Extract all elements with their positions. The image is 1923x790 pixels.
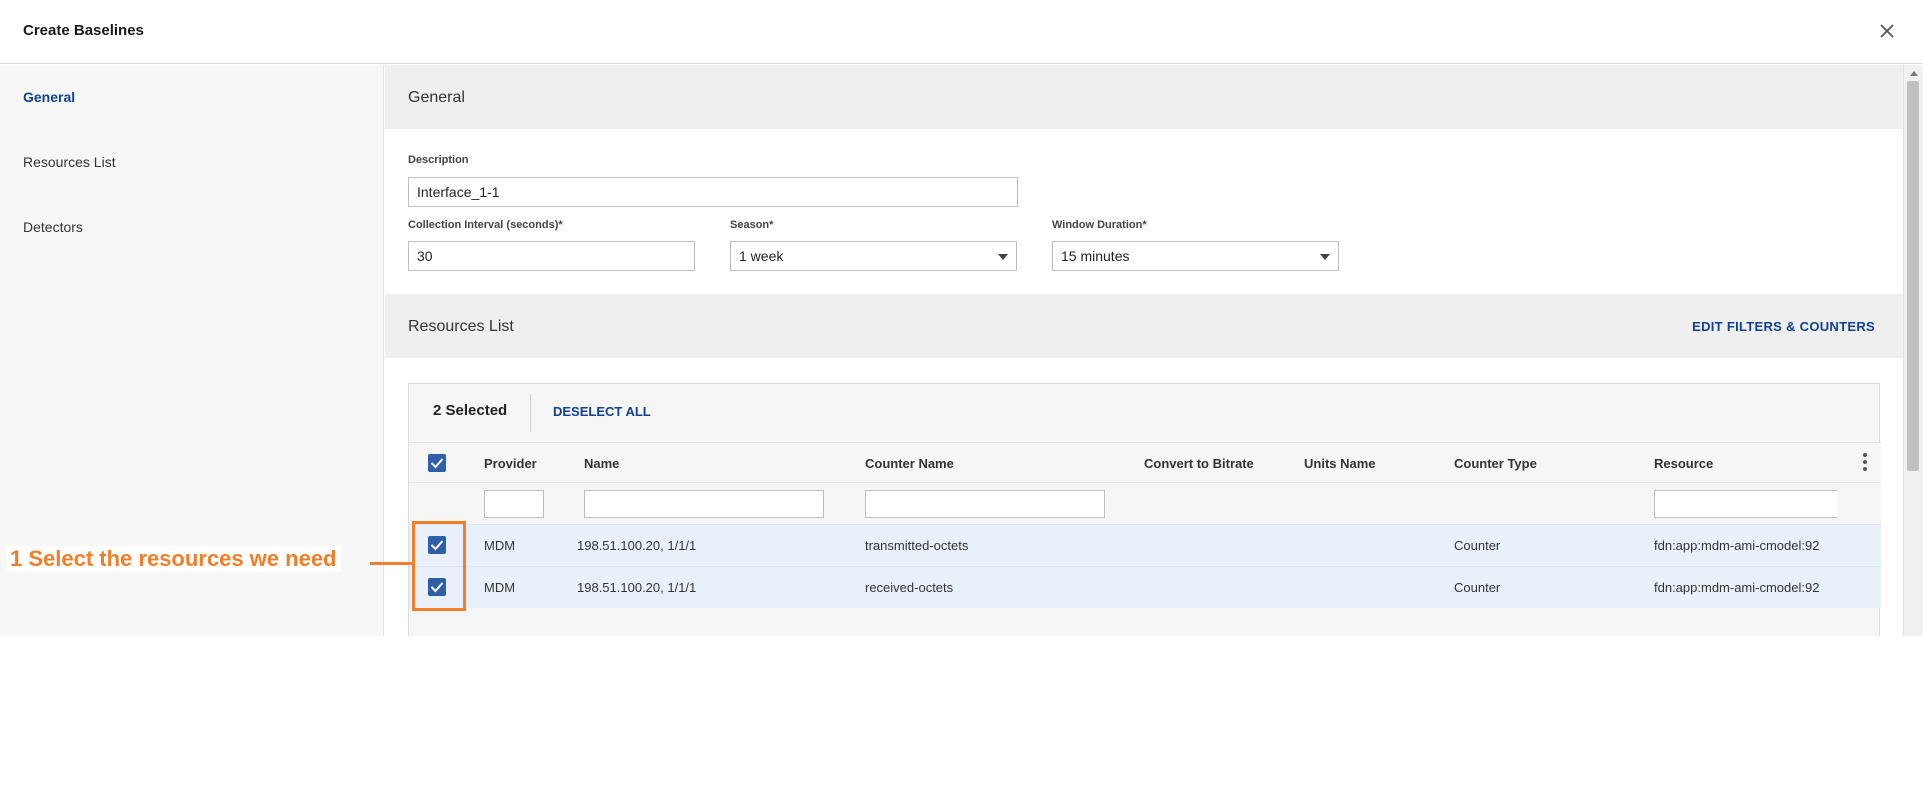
annotation-highlight-box xyxy=(412,521,466,611)
filter-row xyxy=(409,482,1881,524)
sidebar-item-detectors[interactable]: Detectors xyxy=(23,219,83,235)
table-header: Provider Name Counter Name Convert to Bi… xyxy=(409,442,1881,482)
scrollbar-thumb[interactable] xyxy=(1907,81,1919,471)
vertical-scrollbar[interactable] xyxy=(1903,65,1923,636)
column-menu-button[interactable] xyxy=(1862,453,1868,473)
resource-filter-input[interactable] xyxy=(1654,490,1837,518)
cell-counter-type: Counter xyxy=(1454,580,1501,595)
selected-count: 2 Selected xyxy=(433,402,508,419)
caret-down-icon xyxy=(1320,254,1330,260)
description-field[interactable]: Interface_1-1 xyxy=(408,177,1018,207)
name-filter-input[interactable] xyxy=(584,490,824,518)
cell-counter-name: received-octets xyxy=(865,580,954,595)
cell-resource: fdn:app:mdm-ami-cmodel:92 xyxy=(1654,580,1820,595)
collection-interval-field[interactable]: 30 xyxy=(408,241,695,271)
resources-section-header: Resources List EDIT FILTERS & COUNTERS xyxy=(385,294,1903,358)
divider xyxy=(530,394,531,432)
column-header-convert-to-bitrate[interactable]: Convert to Bitrate xyxy=(1144,456,1254,471)
collection-interval-label: Collection Interval (seconds)* xyxy=(408,219,563,231)
sidebar-item-resources-list[interactable]: Resources List xyxy=(23,154,116,170)
select-all-checkbox[interactable] xyxy=(428,454,446,472)
provider-filter-input[interactable] xyxy=(484,490,544,518)
table-row[interactable]: MDM 198.51.100.20, 1/1/1 received-octets… xyxy=(409,566,1881,608)
edit-filters-counters-link[interactable]: EDIT FILTERS & COUNTERS xyxy=(1692,319,1875,334)
table-row[interactable]: MDM 198.51.100.20, 1/1/1 transmitted-oct… xyxy=(409,524,1881,566)
kebab-menu-icon xyxy=(1863,467,1867,471)
kebab-menu-icon xyxy=(1863,453,1867,457)
season-select[interactable]: 1 week xyxy=(730,241,1017,271)
dialog-title: Create Baselines xyxy=(23,22,144,39)
deselect-all-button[interactable]: DESELECT ALL xyxy=(553,404,651,419)
column-header-counter-type[interactable]: Counter Type xyxy=(1454,456,1537,471)
column-header-counter-name[interactable]: Counter Name xyxy=(865,456,954,471)
main-content: General Description Interface_1-1 Collec… xyxy=(385,65,1903,636)
column-header-units-name[interactable]: Units Name xyxy=(1304,456,1376,471)
resources-section-title: Resources List xyxy=(408,318,514,335)
resources-table: 2 Selected DESELECT ALL Provider Name Co… xyxy=(408,383,1881,636)
window-duration-label: Window Duration* xyxy=(1052,219,1147,231)
column-header-provider[interactable]: Provider xyxy=(484,456,537,471)
column-header-name[interactable]: Name xyxy=(584,456,619,471)
close-icon xyxy=(1880,24,1894,38)
counter-name-filter-input[interactable] xyxy=(865,490,1105,518)
annotation-connector-line xyxy=(370,562,412,565)
close-button[interactable] xyxy=(1874,18,1900,44)
kebab-menu-icon xyxy=(1863,460,1867,464)
annotation-callout-text: 1 Select the resources we need xyxy=(6,546,341,572)
general-section-title: General xyxy=(408,89,465,106)
description-label: Description xyxy=(408,154,469,166)
cell-name: 198.51.100.20, 1/1/1 xyxy=(577,538,697,553)
window-duration-select[interactable]: 15 minutes xyxy=(1052,241,1339,271)
cell-provider: MDM xyxy=(484,538,516,553)
cell-name: 198.51.100.20, 1/1/1 xyxy=(577,580,697,595)
cell-counter-name: transmitted-octets xyxy=(865,538,969,553)
window-duration-value: 15 minutes xyxy=(1061,248,1130,264)
cell-resource: fdn:app:mdm-ami-cmodel:92 xyxy=(1654,538,1820,553)
general-section-header: General xyxy=(385,65,1903,129)
sidebar-item-general[interactable]: General xyxy=(23,89,75,105)
dialog-header: Create Baselines xyxy=(0,0,1923,64)
scroll-up-arrow-icon[interactable] xyxy=(1910,71,1918,76)
create-baselines-dialog: Create Baselines General Resources List … xyxy=(0,0,1923,636)
column-header-resource[interactable]: Resource xyxy=(1654,456,1713,471)
cell-provider: MDM xyxy=(484,580,516,595)
season-value: 1 week xyxy=(739,248,784,264)
cell-counter-type: Counter xyxy=(1454,538,1501,553)
caret-down-icon xyxy=(998,254,1008,260)
season-label: Season* xyxy=(730,219,774,231)
checkmark-icon xyxy=(430,458,444,469)
